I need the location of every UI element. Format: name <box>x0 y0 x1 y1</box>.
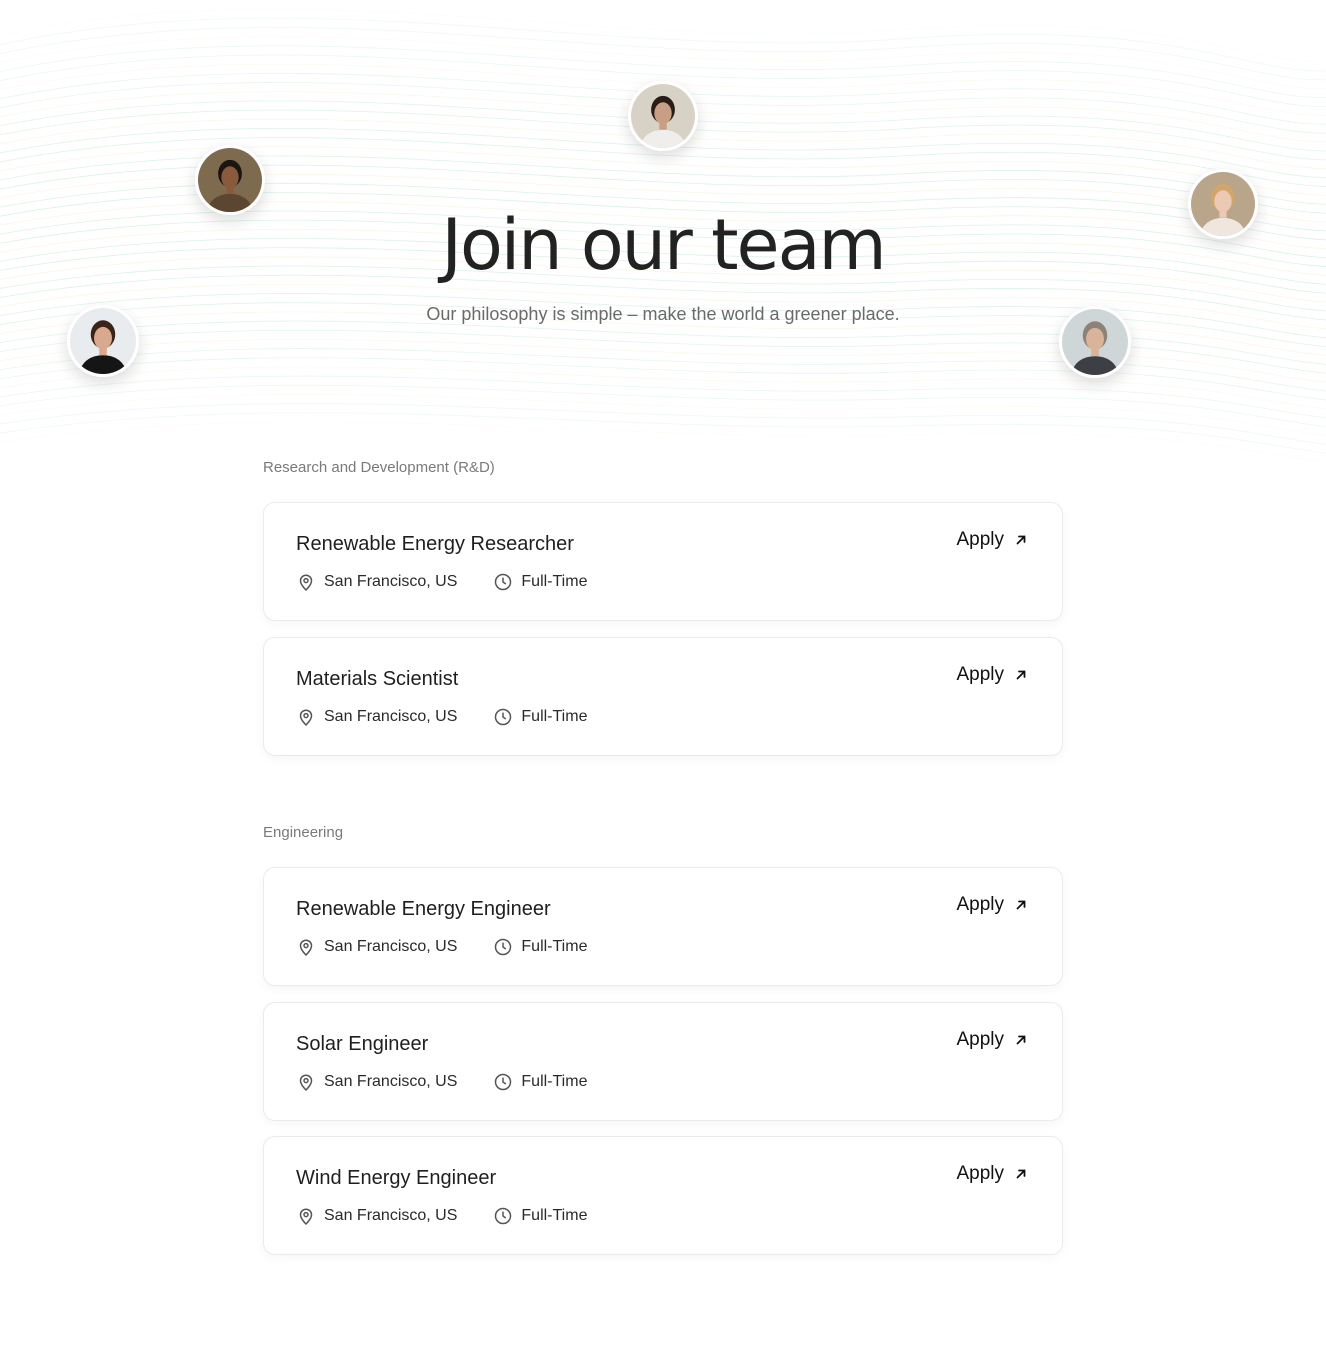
section-label-engineering: Engineering <box>263 824 344 841</box>
job-type: Full-Time <box>493 937 587 957</box>
map-pin-icon <box>296 1206 316 1226</box>
arrow-up-right-icon <box>1014 1033 1028 1047</box>
wave-line <box>0 375 1326 419</box>
job-type-text: Full-Time <box>521 1073 588 1090</box>
job-type: Full-Time <box>493 707 587 727</box>
map-pin-icon <box>296 1072 316 1092</box>
clock-icon <box>493 707 513 727</box>
job-title: Wind Energy Engineer <box>296 1167 497 1189</box>
wave-line <box>0 412 1326 454</box>
wave-line <box>0 384 1326 427</box>
job-type-text: Full-Time <box>521 573 588 590</box>
job-location: San Francisco, US <box>296 1072 457 1092</box>
job-meta: San Francisco, US Full-Time <box>296 1071 623 1093</box>
arrow-up-right-icon <box>1014 898 1028 912</box>
job-card: Wind Energy Engineer San Francisco, US Ful… <box>263 1136 1063 1255</box>
wave-line <box>0 403 1326 445</box>
job-meta: San Francisco, US Full-Time <box>296 706 623 728</box>
apply-label: Apply <box>956 1163 1004 1184</box>
job-title: Renewable Energy Researcher <box>296 533 574 555</box>
apply-label: Apply <box>956 894 1004 915</box>
job-location: San Francisco, US <box>296 937 457 957</box>
job-type-text: Full-Time <box>521 938 588 955</box>
clock-icon <box>493 572 513 592</box>
job-title: Materials Scientist <box>296 668 459 690</box>
wave-line <box>0 366 1326 410</box>
arrow-up-right-icon <box>1014 1167 1028 1181</box>
job-type: Full-Time <box>493 1206 587 1226</box>
clock-icon <box>493 1072 513 1092</box>
job-location: San Francisco, US <box>296 572 457 592</box>
apply-link[interactable]: Apply <box>956 529 1028 551</box>
wave-line <box>0 357 1326 401</box>
arrow-up-right-icon <box>1014 668 1028 682</box>
job-type: Full-Time <box>493 572 587 592</box>
apply-link[interactable]: Apply <box>956 894 1028 916</box>
arrow-up-right-icon <box>1014 533 1028 547</box>
page-subtitle: Our philosophy is simple – make the worl… <box>426 304 900 324</box>
apply-label: Apply <box>956 529 1004 550</box>
page-title: Join our team <box>441 204 886 286</box>
job-card: Renewable Energy Researcher San Francisco… <box>263 502 1063 621</box>
job-card: Materials Scientist San Francisco, US Full… <box>263 637 1063 756</box>
map-pin-icon <box>296 572 316 592</box>
job-meta: San Francisco, US Full-Time <box>296 571 623 593</box>
careers-page: Join our team Our philosophy is simple –… <box>0 0 1326 1351</box>
map-pin-icon <box>296 707 316 727</box>
wave-line <box>0 394 1326 436</box>
job-type-text: Full-Time <box>521 1207 588 1224</box>
job-type: Full-Time <box>493 1072 587 1092</box>
wave-line <box>0 27 1326 81</box>
avatar-portrait <box>631 84 695 148</box>
wave-line <box>0 17 1326 72</box>
job-location-text: San Francisco, US <box>324 938 458 955</box>
section-label-rnd: Research and Development (R&D) <box>263 459 495 476</box>
apply-link[interactable]: Apply <box>956 664 1028 686</box>
apply-label: Apply <box>956 1029 1004 1050</box>
apply-link[interactable]: Apply <box>956 1029 1028 1051</box>
job-card: Renewable Energy Engineer San Francisco, … <box>263 867 1063 986</box>
job-location: San Francisco, US <box>296 707 457 727</box>
apply-link[interactable]: Apply <box>956 1163 1028 1185</box>
job-meta: San Francisco, US Full-Time <box>296 1205 623 1227</box>
team-member-avatar-1 <box>628 81 698 151</box>
job-location-text: San Francisco, US <box>324 1073 458 1090</box>
job-location-text: San Francisco, US <box>324 708 458 725</box>
wave-line <box>0 8 1326 63</box>
clock-icon <box>493 1206 513 1226</box>
job-location: San Francisco, US <box>296 1206 457 1226</box>
job-title: Renewable Energy Engineer <box>296 898 551 920</box>
clock-icon <box>493 937 513 957</box>
job-card: Solar Engineer San Francisco, US Full-Time… <box>263 1002 1063 1121</box>
job-location-text: San Francisco, US <box>324 1207 458 1224</box>
job-meta: San Francisco, US Full-Time <box>296 936 623 958</box>
apply-label: Apply <box>956 664 1004 685</box>
map-pin-icon <box>296 937 316 957</box>
job-location-text: San Francisco, US <box>324 573 458 590</box>
job-type-text: Full-Time <box>521 708 588 725</box>
job-title: Solar Engineer <box>296 1033 429 1055</box>
wave-line <box>0 421 1326 463</box>
